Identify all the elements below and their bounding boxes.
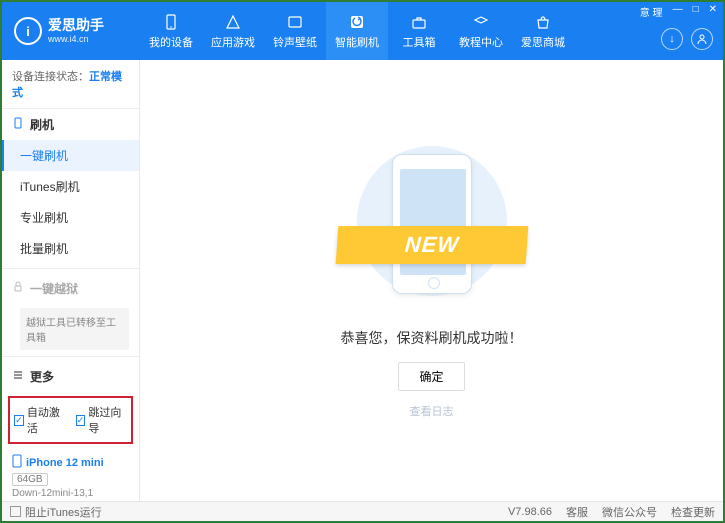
success-illustration: NEW [342, 146, 522, 306]
tab-label: 我的设备 [149, 34, 193, 50]
feedback-button[interactable]: 意 理 [638, 4, 665, 19]
illustration-phone-icon [392, 154, 472, 294]
window-controls: 意 理 — □ ✕ [638, 4, 719, 19]
new-banner: NEW [335, 226, 528, 264]
toolbox-icon [410, 13, 428, 31]
checkbox-skip-wizard[interactable]: ✓ 跳过向导 [76, 404, 128, 436]
device-name: iPhone 12 mini [12, 454, 129, 471]
tab-toolbox[interactable]: 工具箱 [388, 2, 450, 60]
sidebar-list: 刷机 一键刷机 iTunes刷机 专业刷机 批量刷机 一键越狱 越狱工具已转移至… [2, 109, 139, 392]
logo-text: 爱思助手 www.i4.cn [48, 18, 104, 43]
tab-label: 教程中心 [459, 34, 503, 50]
sidebar-section-more[interactable]: 更多 [2, 361, 139, 392]
apps-icon [224, 13, 242, 31]
checkbox-label: 跳过向导 [88, 404, 127, 436]
section-label: 更多 [30, 368, 54, 385]
user-icon[interactable] [691, 28, 713, 50]
sidebar-section-flash[interactable]: 刷机 [2, 109, 139, 140]
sidebar-section-jailbreak: 一键越狱 [2, 273, 139, 304]
close-button[interactable]: ✕ [707, 4, 719, 19]
service-link[interactable]: 客服 [566, 504, 588, 520]
update-link[interactable]: 检查更新 [671, 504, 715, 520]
checkbox-auto-activate[interactable]: ✓ 自动激活 [14, 404, 66, 436]
tab-apps[interactable]: 应用游戏 [202, 2, 264, 60]
checkbox-icon [10, 506, 21, 517]
checkbox-icon: ✓ [76, 415, 86, 426]
statusbar: 阻止iTunes运行 V7.98.66 客服 微信公众号 检查更新 [2, 501, 723, 521]
wechat-link[interactable]: 微信公众号 [602, 504, 657, 520]
main-content: NEW 恭喜您，保资料刷机成功啦！ 确定 查看日志 [140, 60, 723, 505]
download-icon[interactable]: ↓ [661, 28, 683, 50]
tab-label: 爱思商城 [521, 34, 565, 50]
device-storage-badge: 64GB [12, 473, 48, 486]
section-label: 刷机 [30, 116, 54, 133]
success-message: 恭喜您，保资料刷机成功啦！ [341, 328, 523, 348]
divider [2, 356, 139, 357]
view-log-link[interactable]: 查看日志 [410, 403, 454, 419]
tab-my-device[interactable]: 我的设备 [140, 2, 202, 60]
tab-label: 智能刷机 [335, 34, 379, 50]
tab-label: 铃声壁纸 [273, 34, 317, 50]
titlebar: i 爱思助手 www.i4.cn 我的设备 应用游戏 铃声壁纸 智能刷机 [2, 2, 723, 60]
tab-flash[interactable]: 智能刷机 [326, 2, 388, 60]
phone-icon [12, 454, 22, 471]
section-label: 一键越狱 [30, 280, 78, 297]
minimize-button[interactable]: — [671, 4, 685, 19]
version-label: V7.98.66 [508, 506, 552, 518]
media-icon [286, 13, 304, 31]
device-subtitle: Down-12mini-13,1 [12, 488, 129, 499]
status-label: 设备连接状态： [12, 71, 89, 83]
sidebar-item-itunes[interactable]: iTunes刷机 [2, 171, 139, 202]
tab-label: 工具箱 [403, 34, 436, 50]
tab-store[interactable]: 爱思商城 [512, 2, 574, 60]
flash-icon [348, 13, 366, 31]
checkbox-icon: ✓ [14, 415, 24, 426]
maximize-button[interactable]: □ [691, 4, 701, 19]
body-area: 设备连接状态：正常模式 刷机 一键刷机 iTunes刷机 专业刷机 批量刷机 一… [2, 60, 723, 505]
divider [2, 268, 139, 269]
tab-tutorial[interactable]: 教程中心 [450, 2, 512, 60]
tab-media[interactable]: 铃声壁纸 [264, 2, 326, 60]
nav-tabs: 我的设备 应用游戏 铃声壁纸 智能刷机 工具箱 教程中心 [140, 2, 723, 60]
checkbox-area: ✓ 自动激活 ✓ 跳过向导 [8, 396, 133, 444]
app-url: www.i4.cn [48, 34, 104, 44]
phone-icon [162, 13, 180, 31]
menu-icon [12, 369, 24, 384]
phone-icon [12, 117, 24, 132]
logo-area: i 爱思助手 www.i4.cn [2, 17, 140, 45]
checkbox-label: 阻止iTunes运行 [25, 504, 102, 520]
lock-icon [12, 281, 24, 296]
device-name-text: iPhone 12 mini [26, 457, 104, 469]
jailbreak-notice: 越狱工具已转移至工具箱 [20, 308, 129, 350]
banner-text: NEW [403, 232, 459, 258]
app-window: i 爱思助手 www.i4.cn 我的设备 应用游戏 铃声壁纸 智能刷机 [0, 0, 725, 523]
ok-button[interactable]: 确定 [398, 362, 464, 391]
logo-icon: i [14, 17, 42, 45]
header-right-icons: ↓ [661, 28, 713, 50]
tab-label: 应用游戏 [211, 34, 255, 50]
sidebar-item-oneclick[interactable]: 一键刷机 [2, 140, 139, 171]
sidebar-item-pro[interactable]: 专业刷机 [2, 202, 139, 233]
checkbox-label: 自动激活 [27, 404, 66, 436]
device-block[interactable]: iPhone 12 mini 64GB Down-12mini-13,1 [2, 448, 139, 505]
app-name: 爱思助手 [48, 18, 104, 33]
checkbox-block-itunes[interactable]: 阻止iTunes运行 [10, 504, 102, 520]
tutorial-icon [472, 13, 490, 31]
sidebar-item-batch[interactable]: 批量刷机 [2, 233, 139, 264]
store-icon [534, 13, 552, 31]
connection-status: 设备连接状态：正常模式 [2, 60, 139, 109]
sidebar: 设备连接状态：正常模式 刷机 一键刷机 iTunes刷机 专业刷机 批量刷机 一… [2, 60, 140, 505]
